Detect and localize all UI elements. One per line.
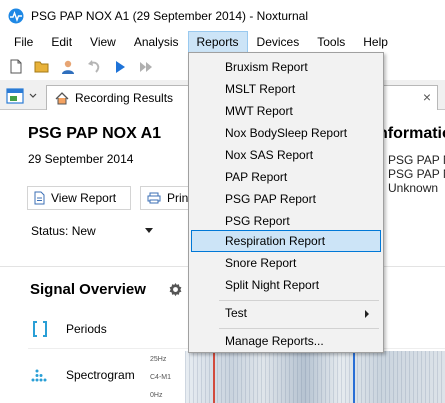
view-report-label: View Report	[51, 191, 117, 205]
signal-row-spectrogram[interactable]: Spectrogram	[28, 367, 135, 383]
undo-button[interactable]	[86, 59, 102, 75]
tab-label: Recording Results	[75, 91, 174, 105]
menu-item-psg-pap-report[interactable]: PSG PAP Report	[191, 188, 381, 210]
new-document-icon	[10, 59, 22, 74]
spectrogram-marker	[353, 351, 355, 403]
recording-title: PSG PAP NOX A1	[28, 125, 162, 142]
menu-item-bruxism-report[interactable]: Bruxism Report	[191, 56, 381, 78]
menu-item-split-night-report[interactable]: Split Night Report	[191, 274, 381, 296]
noxturnal-logo-icon	[8, 8, 24, 23]
new-document-button[interactable]	[8, 59, 24, 75]
menu-item-manage-reports[interactable]: Manage Reports...	[191, 330, 381, 352]
close-icon[interactable]: ×	[423, 90, 431, 104]
submenu-label: Test	[225, 306, 248, 320]
menu-view[interactable]: View	[81, 31, 125, 53]
fast-forward-icon	[140, 61, 152, 72]
open-button[interactable]	[34, 59, 50, 75]
menu-item-nox-bodysleep-report[interactable]: Nox BodySleep Report	[191, 122, 381, 144]
spectrogram-marker	[213, 351, 215, 403]
axis-label: C4-M1	[150, 374, 172, 381]
gear-icon[interactable]	[168, 282, 183, 297]
signal-overview-title: Signal Overview	[30, 281, 146, 298]
info-line: Unknown	[388, 181, 439, 195]
user-icon	[62, 60, 74, 74]
user-button[interactable]	[60, 59, 76, 75]
menu-item-mwt-report[interactable]: MWT Report	[191, 100, 381, 122]
menu-item-mslt-report[interactable]: MSLT Report	[191, 78, 381, 100]
periods-icon	[28, 321, 52, 337]
info-line: PSG PAP N	[388, 167, 445, 181]
menu-separator	[219, 300, 379, 301]
reports-dropdown-menu: Bruxism Report MSLT Report MWT Report No…	[188, 52, 384, 353]
document-icon	[34, 191, 45, 205]
menu-help[interactable]: Help	[354, 31, 397, 53]
menu-bar: File Edit View Analysis Reports Devices …	[0, 31, 445, 53]
fast-forward-button[interactable]	[138, 59, 154, 75]
play-button[interactable]	[112, 59, 128, 75]
submenu-arrow-icon	[365, 310, 369, 318]
axis-label: 25Hz	[150, 356, 167, 363]
status-dropdown[interactable]: Status: New	[27, 219, 161, 243]
spectrogram-texture	[185, 351, 445, 403]
menu-separator	[219, 328, 379, 329]
new-tab-button[interactable]	[6, 87, 38, 105]
information-title: nformatio	[378, 125, 445, 142]
spectrogram-icon	[28, 367, 52, 383]
dropdown-arrow-icon	[145, 228, 153, 233]
menu-item-pap-report[interactable]: PAP Report	[191, 166, 381, 188]
signal-row-label: Spectrogram	[66, 368, 135, 382]
title-bar: PSG PAP NOX A1 (29 September 2014) - Nox…	[0, 0, 445, 31]
menu-file[interactable]: File	[5, 31, 42, 53]
menu-item-nox-sas-report[interactable]: Nox SAS Report	[191, 144, 381, 166]
menu-edit[interactable]: Edit	[42, 31, 81, 53]
open-folder-icon	[34, 61, 49, 72]
play-icon	[116, 60, 125, 73]
menu-reports[interactable]: Reports	[187, 31, 248, 53]
menu-item-respiration-report[interactable]: Respiration Report	[191, 230, 381, 252]
home-icon	[55, 91, 69, 104]
signal-row-periods[interactable]: Periods	[28, 321, 107, 337]
signal-row-label: Periods	[66, 322, 107, 336]
menu-item-snore-report[interactable]: Snore Report	[191, 252, 381, 274]
undo-icon	[88, 59, 100, 73]
info-line: PSG PAP N	[388, 153, 445, 167]
printer-icon	[147, 192, 161, 204]
menu-item-test-submenu[interactable]: Test	[191, 302, 381, 324]
recording-date: 29 September 2014	[28, 152, 134, 166]
view-report-button[interactable]: View Report	[27, 186, 131, 210]
window-title: PSG PAP NOX A1 (29 September 2014) - Nox…	[31, 8, 309, 23]
menu-devices[interactable]: Devices	[248, 31, 309, 53]
layout-icon	[6, 88, 24, 104]
spectrogram-plot[interactable]	[185, 351, 445, 403]
status-value: Status: New	[31, 224, 96, 238]
axis-label: 0Hz	[150, 392, 163, 399]
menu-tools[interactable]: Tools	[308, 31, 354, 53]
menu-item-psg-report[interactable]: PSG Report	[191, 210, 381, 232]
chevron-down-icon	[29, 93, 37, 98]
menu-analysis[interactable]: Analysis	[125, 31, 188, 53]
